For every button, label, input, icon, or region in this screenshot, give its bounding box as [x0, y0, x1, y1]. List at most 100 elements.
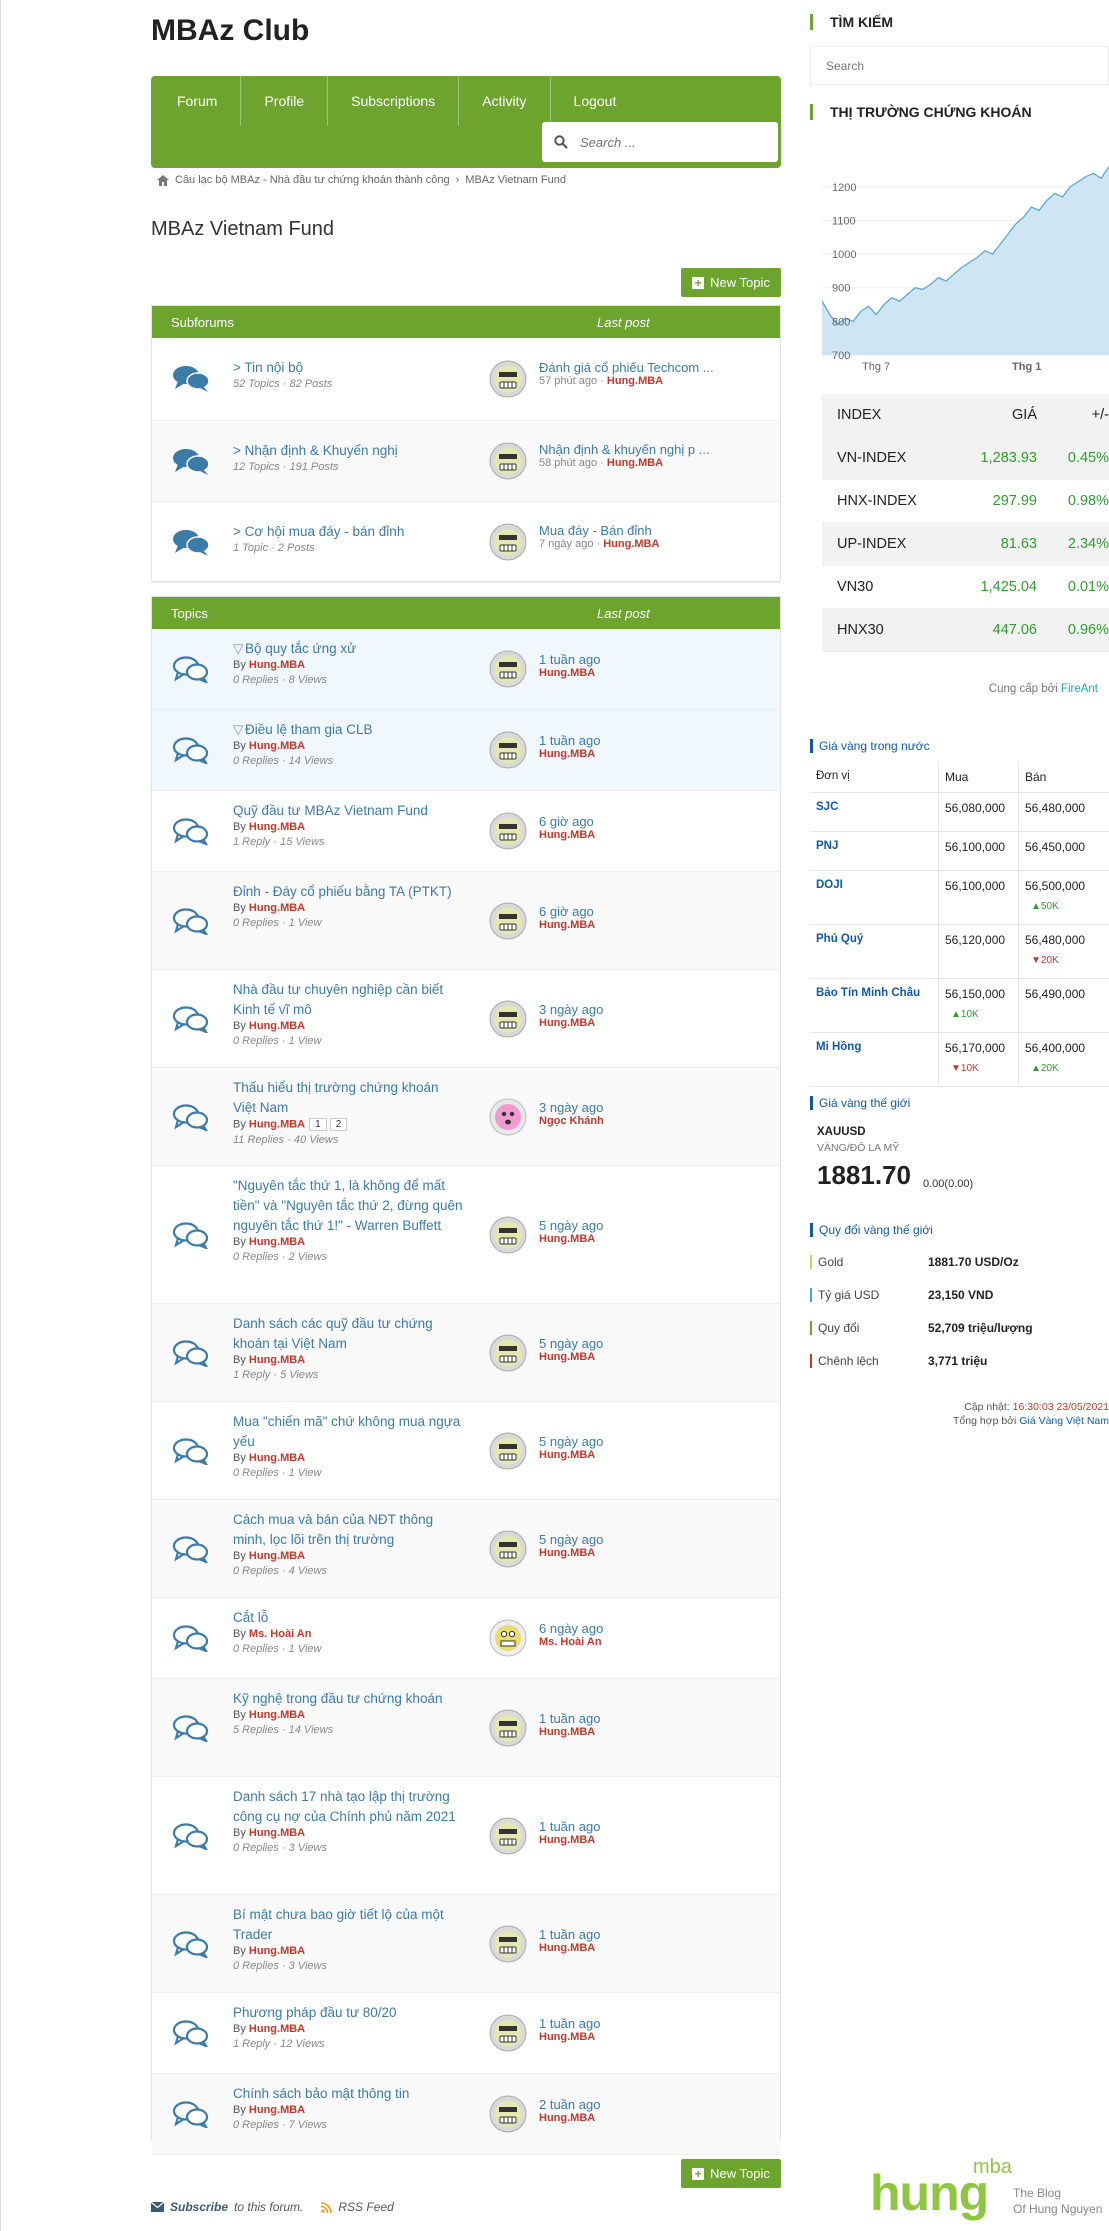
hungmba-logo[interactable]: hung mba The Blog Of Hung Nguyen	[870, 2146, 1109, 2226]
last-post-user[interactable]: Hung.MBA	[539, 2112, 739, 2124]
avatar[interactable]	[489, 1817, 527, 1855]
last-post-user[interactable]: Hung.MBA	[539, 1017, 739, 1029]
subforum-title[interactable]: > Tin nội bộ	[233, 358, 332, 378]
last-post-user[interactable]: Hung.MBA	[539, 1233, 739, 1245]
topic-author[interactable]: Hung.MBA	[249, 821, 305, 833]
search-input[interactable]	[578, 133, 772, 151]
last-post-user[interactable]: Hung.MBA	[539, 1834, 739, 1846]
giavang-link[interactable]: Giá Vàng Việt Nam	[1019, 1415, 1109, 1427]
topic-title-wrap[interactable]: Kỹ nghệ trong đầu tư chứng khoán	[233, 1689, 463, 1709]
breadcrumb-current[interactable]: MBAz Vietnam Fund	[465, 174, 566, 186]
topic-title-wrap[interactable]: Đỉnh - Đáy cổ phiếu bằng TA (PTKT)	[233, 882, 463, 902]
last-post-user[interactable]: Ms. Hoài An	[539, 1636, 739, 1648]
topic-author[interactable]: Hung.MBA	[249, 1236, 305, 1248]
nav-activity[interactable]: Activity	[459, 76, 551, 126]
home-icon[interactable]	[157, 174, 169, 186]
last-post-user[interactable]: Hung.MBA	[603, 538, 659, 550]
last-post-time[interactable]: 3 ngày ago	[539, 1100, 739, 1115]
avatar[interactable]	[489, 442, 527, 480]
topic-author[interactable]: Hung.MBA	[249, 1118, 305, 1130]
last-post-user[interactable]: Hung.MBA	[539, 748, 739, 760]
subforum-title[interactable]: > Nhận định & Khuyến nghị	[233, 441, 398, 461]
topic-title-wrap[interactable]: Bí mật chưa bao giờ tiết lộ của một Trad…	[233, 1905, 463, 1945]
topic-author[interactable]: Hung.MBA	[249, 1709, 305, 1721]
last-post-time[interactable]: 2 tuần ago	[539, 2097, 739, 2112]
last-post-time[interactable]: 5 ngày ago	[539, 1336, 739, 1351]
topic-author[interactable]: Hung.MBA	[249, 659, 305, 671]
avatar[interactable]	[489, 523, 527, 561]
avatar[interactable]	[489, 1925, 527, 1963]
avatar[interactable]	[489, 1216, 527, 1254]
sidebar-search-input[interactable]: Search	[810, 46, 1109, 85]
avatar[interactable]	[489, 1000, 527, 1038]
new-topic-button-top[interactable]: + New Topic	[681, 268, 781, 297]
last-post-user[interactable]: Hung.MBA	[539, 1726, 739, 1738]
avatar[interactable]	[489, 1432, 527, 1470]
last-post-user[interactable]: Hung.MBA	[539, 1449, 739, 1461]
avatar[interactable]	[489, 1530, 527, 1568]
topic-title-wrap[interactable]: "Nguyên tắc thứ 1, là không để mất tiền"…	[233, 1176, 463, 1236]
topic-author[interactable]: Hung.MBA	[249, 740, 305, 752]
topic-title-wrap[interactable]: ▽ Bộ quy tắc ứng xử	[233, 639, 463, 659]
last-post-time[interactable]: 1 tuần ago	[539, 733, 739, 748]
topic-author[interactable]: Hung.MBA	[249, 1452, 305, 1464]
last-post-time[interactable]: 1 tuần ago	[539, 1927, 739, 1942]
topic-title-wrap[interactable]: Cắt lỗ	[233, 1608, 463, 1628]
last-post-title[interactable]: Nhận định & khuyến nghị p ...	[539, 442, 739, 457]
last-post-user[interactable]: Ngọc Khánh	[539, 1115, 739, 1127]
last-post-title[interactable]: Mua đáy - Bán đỉnh	[539, 523, 739, 538]
avatar[interactable]	[489, 731, 527, 769]
avatar[interactable]	[489, 902, 527, 940]
last-post-user[interactable]: Hung.MBA	[607, 457, 663, 469]
avatar[interactable]	[489, 360, 527, 398]
topic-author[interactable]: Hung.MBA	[249, 2023, 305, 2035]
last-post-time[interactable]: 6 ngày ago	[539, 1621, 739, 1636]
avatar[interactable]	[489, 650, 527, 688]
topic-author[interactable]: Hung.MBA	[249, 1550, 305, 1562]
last-post-time[interactable]: 6 giờ ago	[539, 904, 739, 919]
avatar[interactable]	[489, 2014, 527, 2052]
last-post-user[interactable]: Hung.MBA	[539, 1547, 739, 1559]
new-topic-button-bottom[interactable]: + New Topic	[681, 2159, 781, 2188]
topic-title-wrap[interactable]: Chính sách bảo mật thông tin	[233, 2084, 463, 2104]
topic-title-wrap[interactable]: ▽ Điều lệ tham gia CLB	[233, 720, 463, 740]
avatar[interactable]	[489, 812, 527, 850]
avatar[interactable]	[489, 2095, 527, 2133]
last-post-user[interactable]: Hung.MBA	[539, 2031, 739, 2043]
topic-author[interactable]: Hung.MBA	[249, 1354, 305, 1366]
last-post-user[interactable]: Hung.MBA	[539, 1351, 739, 1363]
topic-author[interactable]: Hung.MBA	[249, 1945, 305, 1957]
last-post-time[interactable]: 1 tuần ago	[539, 1711, 739, 1726]
site-title[interactable]: MBAz Club	[151, 14, 309, 48]
avatar[interactable]	[489, 1098, 527, 1136]
breadcrumb-home[interactable]: Câu lạc bộ MBAz - Nhà đầu tư chứng khoán…	[175, 174, 450, 186]
last-post-time[interactable]: 1 tuần ago	[539, 652, 739, 667]
subscribe-link[interactable]: Subscribe	[170, 2200, 228, 2214]
nav-profile[interactable]: Profile	[241, 76, 329, 126]
topic-title-wrap[interactable]: Mua "chiến mã" chứ không mua ngựa yếu	[233, 1412, 463, 1452]
last-post-time[interactable]: 5 ngày ago	[539, 1434, 739, 1449]
avatar[interactable]	[489, 1619, 527, 1657]
last-post-time[interactable]: 1 tuần ago	[539, 2016, 739, 2031]
subforum-title[interactable]: > Cơ hội mua đáy - bán đỉnh	[233, 522, 404, 542]
topic-title-wrap[interactable]: Danh sách 17 nhà tạo lập thị trường công…	[233, 1787, 463, 1827]
rss-feed-link[interactable]: RSS Feed	[338, 2200, 393, 2214]
fireant-link[interactable]: FireAnt	[1061, 683, 1098, 695]
nav-subscriptions[interactable]: Subscriptions	[328, 76, 460, 126]
last-post-user[interactable]: Hung.MBA	[607, 375, 663, 387]
last-post-time[interactable]: 6 giờ ago	[539, 814, 739, 829]
page-link[interactable]: 1	[309, 1118, 327, 1131]
topic-author[interactable]: Hung.MBA	[249, 2104, 305, 2116]
last-post-user[interactable]: Hung.MBA	[539, 1942, 739, 1954]
topic-author[interactable]: Hung.MBA	[249, 1827, 305, 1839]
topic-author[interactable]: Hung.MBA	[249, 1020, 305, 1032]
last-post-user[interactable]: Hung.MBA	[539, 667, 739, 679]
last-post-time[interactable]: 3 ngày ago	[539, 1002, 739, 1017]
avatar[interactable]	[489, 1709, 527, 1747]
last-post-title[interactable]: Đánh giá cổ phiếu Techcom ...	[539, 360, 739, 375]
topic-title-wrap[interactable]: Quỹ đầu tư MBAz Vietnam Fund	[233, 801, 463, 821]
topic-title-wrap[interactable]: Cách mua và bán của NĐT thông minh, lọc …	[233, 1510, 463, 1550]
topic-title-wrap[interactable]: Thấu hiểu thị trường chứng khoán Việt Na…	[233, 1078, 463, 1118]
last-post-time[interactable]: 5 ngày ago	[539, 1532, 739, 1547]
topic-title-wrap[interactable]: Danh sách các quỹ đầu tư chứng khoán tại…	[233, 1314, 463, 1354]
